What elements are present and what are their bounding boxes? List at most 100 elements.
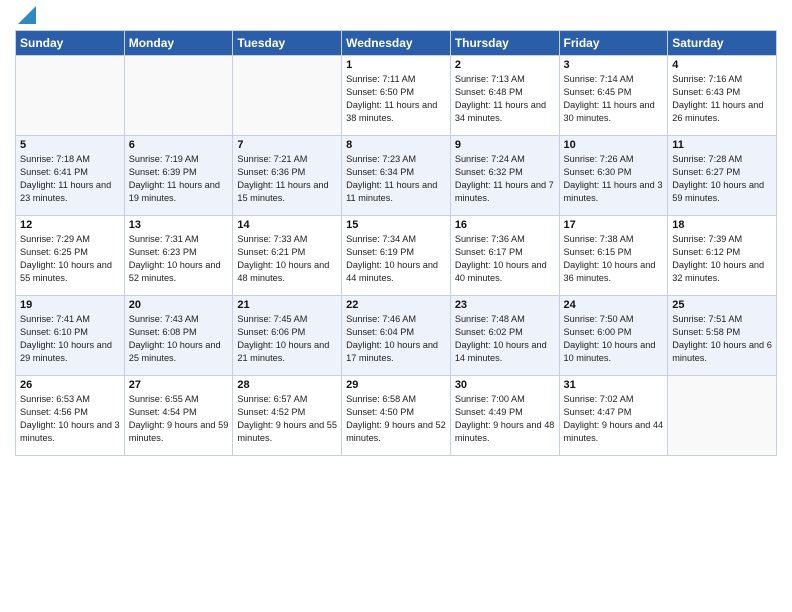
cell-info: Sunrise: 7:18 AM Sunset: 6:41 PM Dayligh… [20, 153, 120, 205]
day-number: 3 [564, 59, 664, 71]
day-number: 15 [346, 219, 446, 231]
weekday-friday: Friday [559, 31, 668, 56]
calendar-cell [124, 56, 233, 136]
calendar-cell [16, 56, 125, 136]
calendar-cell: 24 Sunrise: 7:50 AM Sunset: 6:00 PM Dayli… [559, 296, 668, 376]
cell-info: Sunrise: 7:24 AM Sunset: 6:32 PM Dayligh… [455, 153, 555, 205]
calendar-cell: 21 Sunrise: 7:45 AM Sunset: 6:06 PM Dayli… [233, 296, 342, 376]
day-number: 19 [20, 299, 120, 311]
cell-info: Sunrise: 7:45 AM Sunset: 6:06 PM Dayligh… [237, 313, 337, 365]
cell-info: Sunrise: 7:41 AM Sunset: 6:10 PM Dayligh… [20, 313, 120, 365]
cell-info: Sunrise: 7:28 AM Sunset: 6:27 PM Dayligh… [672, 153, 772, 205]
day-number: 13 [129, 219, 229, 231]
day-number: 4 [672, 59, 772, 71]
day-number: 5 [20, 139, 120, 151]
cell-info: Sunrise: 7:43 AM Sunset: 6:08 PM Dayligh… [129, 313, 229, 365]
calendar-cell: 23 Sunrise: 7:48 AM Sunset: 6:02 PM Dayli… [450, 296, 559, 376]
calendar-cell: 20 Sunrise: 7:43 AM Sunset: 6:08 PM Dayli… [124, 296, 233, 376]
cell-info: Sunrise: 7:34 AM Sunset: 6:19 PM Dayligh… [346, 233, 446, 285]
weekday-thursday: Thursday [450, 31, 559, 56]
day-number: 24 [564, 299, 664, 311]
calendar-cell: 29 Sunrise: 6:58 AM Sunset: 4:50 PM Dayli… [342, 376, 451, 456]
day-number: 9 [455, 139, 555, 151]
calendar-cell: 30 Sunrise: 7:00 AM Sunset: 4:49 PM Dayli… [450, 376, 559, 456]
cell-info: Sunrise: 7:02 AM Sunset: 4:47 PM Dayligh… [564, 393, 664, 445]
calendar-cell: 17Sunrise: 7:38 AM Sunset: 6:15 PM Dayli… [559, 216, 668, 296]
calendar-cell: 8Sunrise: 7:23 AM Sunset: 6:34 PM Daylig… [342, 136, 451, 216]
calendar-cell [668, 376, 777, 456]
calendar-cell: 1Sunrise: 7:11 AM Sunset: 6:50 PM Daylig… [342, 56, 451, 136]
day-number: 29 [346, 379, 446, 391]
day-number: 1 [346, 59, 446, 71]
cell-info: Sunrise: 7:14 AM Sunset: 6:45 PM Dayligh… [564, 73, 664, 125]
calendar-cell: 12Sunrise: 7:29 AM Sunset: 6:25 PM Dayli… [16, 216, 125, 296]
day-number: 16 [455, 219, 555, 231]
cell-info: Sunrise: 7:00 AM Sunset: 4:49 PM Dayligh… [455, 393, 555, 445]
calendar-cell: 3 Sunrise: 7:14 AM Sunset: 6:45 PM Daylig… [559, 56, 668, 136]
week-row-4: 19 Sunrise: 7:41 AM Sunset: 6:10 PM Dayli… [16, 296, 777, 376]
week-row-3: 12Sunrise: 7:29 AM Sunset: 6:25 PM Dayli… [16, 216, 777, 296]
cell-info: Sunrise: 6:55 AM Sunset: 4:54 PM Dayligh… [129, 393, 229, 445]
calendar-cell: 10 Sunrise: 7:26 AM Sunset: 6:30 PM Dayli… [559, 136, 668, 216]
calendar-cell: 26 Sunrise: 6:53 AM Sunset: 4:56 PM Dayli… [16, 376, 125, 456]
cell-info: Sunrise: 7:46 AM Sunset: 6:04 PM Dayligh… [346, 313, 446, 365]
page: SundayMondayTuesdayWednesdayThursdayFrid… [0, 0, 792, 612]
day-number: 12 [20, 219, 120, 231]
cell-info: Sunrise: 7:31 AM Sunset: 6:23 PM Dayligh… [129, 233, 229, 285]
calendar-cell: 6 Sunrise: 7:19 AM Sunset: 6:39 PM Daylig… [124, 136, 233, 216]
day-number: 20 [129, 299, 229, 311]
day-number: 14 [237, 219, 337, 231]
day-number: 17 [564, 219, 664, 231]
weekday-sunday: Sunday [16, 31, 125, 56]
cell-info: Sunrise: 6:58 AM Sunset: 4:50 PM Dayligh… [346, 393, 446, 445]
cell-info: Sunrise: 7:36 AM Sunset: 6:17 PM Dayligh… [455, 233, 555, 285]
day-number: 22 [346, 299, 446, 311]
cell-info: Sunrise: 7:50 AM Sunset: 6:00 PM Dayligh… [564, 313, 664, 365]
cell-info: Sunrise: 7:21 AM Sunset: 6:36 PM Dayligh… [237, 153, 337, 205]
day-number: 2 [455, 59, 555, 71]
logo [15, 14, 36, 24]
calendar-cell: 2 Sunrise: 7:13 AM Sunset: 6:48 PM Daylig… [450, 56, 559, 136]
calendar: SundayMondayTuesdayWednesdayThursdayFrid… [15, 30, 777, 456]
calendar-cell: 27 Sunrise: 6:55 AM Sunset: 4:54 PM Dayli… [124, 376, 233, 456]
day-number: 26 [20, 379, 120, 391]
cell-info: Sunrise: 7:48 AM Sunset: 6:02 PM Dayligh… [455, 313, 555, 365]
calendar-cell: 13 Sunrise: 7:31 AM Sunset: 6:23 PM Dayli… [124, 216, 233, 296]
calendar-cell: 22 Sunrise: 7:46 AM Sunset: 6:04 PM Dayli… [342, 296, 451, 376]
calendar-cell: 28Sunrise: 6:57 AM Sunset: 4:52 PM Dayli… [233, 376, 342, 456]
weekday-tuesday: Tuesday [233, 31, 342, 56]
calendar-cell: 7 Sunrise: 7:21 AM Sunset: 6:36 PM Daylig… [233, 136, 342, 216]
calendar-cell: 31 Sunrise: 7:02 AM Sunset: 4:47 PM Dayli… [559, 376, 668, 456]
day-number: 18 [672, 219, 772, 231]
calendar-cell: 15 Sunrise: 7:34 AM Sunset: 6:19 PM Dayli… [342, 216, 451, 296]
day-number: 8 [346, 139, 446, 151]
day-number: 30 [455, 379, 555, 391]
day-number: 10 [564, 139, 664, 151]
cell-info: Sunrise: 7:39 AM Sunset: 6:12 PM Dayligh… [672, 233, 772, 285]
cell-info: Sunrise: 7:33 AM Sunset: 6:21 PM Dayligh… [237, 233, 337, 285]
day-number: 31 [564, 379, 664, 391]
calendar-cell: 9 Sunrise: 7:24 AM Sunset: 6:32 PM Daylig… [450, 136, 559, 216]
logo-icon [18, 6, 36, 24]
weekday-monday: Monday [124, 31, 233, 56]
calendar-cell [233, 56, 342, 136]
day-number: 6 [129, 139, 229, 151]
cell-info: Sunrise: 7:13 AM Sunset: 6:48 PM Dayligh… [455, 73, 555, 125]
calendar-cell: 18 Sunrise: 7:39 AM Sunset: 6:12 PM Dayli… [668, 216, 777, 296]
weekday-wednesday: Wednesday [342, 31, 451, 56]
cell-info: Sunrise: 7:16 AM Sunset: 6:43 PM Dayligh… [672, 73, 772, 125]
day-number: 23 [455, 299, 555, 311]
cell-info: Sunrise: 6:53 AM Sunset: 4:56 PM Dayligh… [20, 393, 120, 445]
day-number: 7 [237, 139, 337, 151]
day-number: 27 [129, 379, 229, 391]
week-row-1: 1Sunrise: 7:11 AM Sunset: 6:50 PM Daylig… [16, 56, 777, 136]
day-number: 25 [672, 299, 772, 311]
cell-info: Sunrise: 7:19 AM Sunset: 6:39 PM Dayligh… [129, 153, 229, 205]
header [15, 10, 777, 24]
day-number: 21 [237, 299, 337, 311]
weekday-saturday: Saturday [668, 31, 777, 56]
day-number: 28 [237, 379, 337, 391]
calendar-cell: 25Sunrise: 7:51 AM Sunset: 5:58 PM Dayli… [668, 296, 777, 376]
cell-info: Sunrise: 7:26 AM Sunset: 6:30 PM Dayligh… [564, 153, 664, 205]
calendar-cell: 14 Sunrise: 7:33 AM Sunset: 6:21 PM Dayli… [233, 216, 342, 296]
